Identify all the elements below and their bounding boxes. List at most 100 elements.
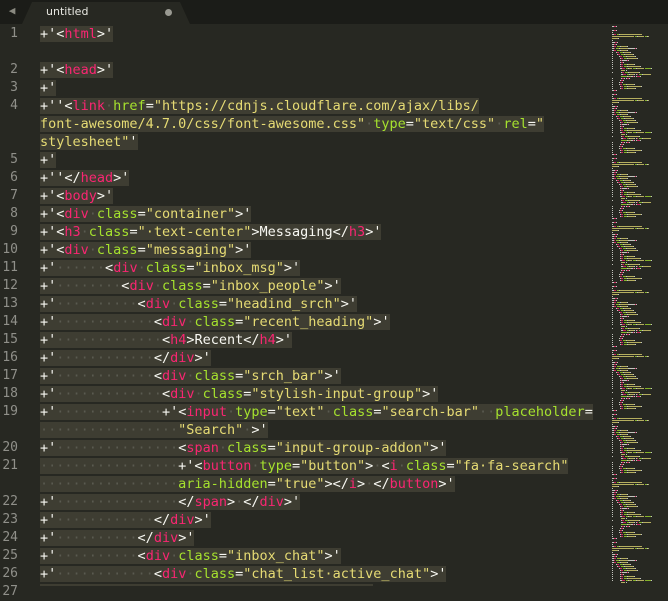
minimap-stroke: [628, 60, 629, 61]
code-line[interactable]: +'············<div·class="chat_list·acti…: [40, 565, 447, 583]
minimap-stroke: [634, 266, 635, 267]
code-token: "text/css": [413, 116, 496, 132]
code-line[interactable]: +''<link·href="https://cdnjs.cloudflare.…: [40, 97, 479, 115]
code-token: class: [194, 314, 236, 330]
minimap-stroke: [614, 290, 616, 291]
minimap-stroke: [623, 318, 624, 319]
minimap-stroke: [614, 98, 616, 99]
minimap-stroke: [620, 546, 642, 547]
code-line[interactable]: stylesheet"': [40, 133, 138, 151]
code-line[interactable]: +'<div·class="messaging">': [40, 241, 252, 259]
minimap-stroke: [612, 256, 613, 257]
minimap-stroke: [612, 360, 613, 361]
code-token: h3: [348, 224, 366, 240]
code-token: i: [389, 458, 398, 474]
code-line[interactable]: +'············<div·class="recent_heading…: [40, 313, 390, 331]
code-line[interactable]: +'·············+'<input·type="text"·clas…: [40, 403, 593, 421]
minimap-stroke: [627, 434, 628, 435]
minimap-stroke: [612, 566, 613, 567]
code-line[interactable]: +''</head>': [40, 169, 130, 187]
minimap-stroke: [612, 184, 613, 185]
minimap-stroke: [627, 114, 628, 115]
code-line[interactable]: +'·············<div·class="stylish-input…: [40, 385, 439, 403]
tab-untitled[interactable]: untitled: [22, 2, 190, 24]
line-number: 20: [2, 440, 18, 455]
minimap-stroke: [634, 192, 635, 193]
minimap-stroke: [620, 48, 628, 49]
code-line[interactable]: font-awesome/4.7.0/css/font-awesome.css"…: [40, 115, 544, 133]
minimap-stroke: [612, 196, 613, 197]
minimap-stroke: [616, 346, 617, 347]
unsaved-dot-icon[interactable]: [165, 9, 172, 16]
minimap-stroke: [622, 68, 625, 69]
minimap-stroke: [612, 402, 613, 403]
code-line[interactable]: +'··········<div·class="inbox_chat">': [40, 547, 341, 565]
minimap-stroke: [614, 430, 616, 431]
code-token: >': [194, 512, 211, 528]
minimap[interactable]: [612, 24, 668, 586]
minimap-stroke: [634, 460, 635, 461]
code-token: class: [226, 440, 268, 456]
code-token: ·: [226, 404, 236, 420]
code-line[interactable]: +'············</div>': [40, 511, 211, 529]
minimap-stroke: [641, 214, 642, 215]
code-line[interactable]: +': [40, 79, 57, 97]
minimap-stroke: [641, 534, 642, 535]
code-line[interactable]: +'·············<h4>Recent</h4>': [40, 331, 293, 349]
code-line[interactable]: +'<div·class="container">': [40, 205, 252, 223]
code-line[interactable]: +'··········</div>': [40, 529, 195, 547]
code-line[interactable]: +'············<div·class="srch_bar">': [40, 367, 341, 385]
code-line[interactable]: +'··········<div·class="headind_srch">': [40, 295, 358, 313]
minimap-stroke: [616, 218, 617, 219]
code-line[interactable]: +'········<div·class="inbox_people">': [40, 277, 341, 295]
minimap-stroke: [629, 270, 630, 271]
code-line[interactable]: +'<head>': [40, 61, 114, 79]
code-token: +': [40, 368, 57, 384]
code-token: +': [40, 512, 57, 528]
minimap-stroke: [616, 236, 617, 237]
code-line[interactable]: ·················+'<button·type="button"…: [40, 457, 569, 475]
minimap-stroke: [612, 232, 613, 233]
minimap-stroke: [625, 502, 633, 503]
minimap-stroke: [623, 330, 626, 331]
code-line[interactable]: +'···············<span·class="input-grou…: [40, 439, 447, 457]
code-line[interactable]: +'······<div·class="inbox_msg">': [40, 259, 301, 277]
minimap-stroke: [621, 536, 623, 537]
minimap-stroke: [612, 406, 613, 407]
code-line[interactable]: +': [40, 151, 57, 169]
minimap-stroke: [612, 88, 613, 89]
minimap-stroke: [612, 502, 613, 503]
code-line[interactable]: ·················"Search"·>': [40, 421, 268, 439]
line-number: 1: [10, 26, 18, 41]
minimap-stroke: [614, 418, 616, 419]
minimap-stroke: [643, 266, 651, 267]
line-number-gutter: 1 2 3 4 5 6 7 8 9 10 11 12 13 14 15 16 17 18 19 20 21 22 23 24 2…: [0, 24, 36, 599]
code-line[interactable]: +'<h3·class="·text-center">Messaging</h3…: [40, 223, 382, 241]
code-token: aria-hidden: [178, 476, 268, 492]
code-line[interactable]: +'<body>': [40, 187, 114, 205]
minimap-stroke: [627, 84, 634, 85]
minimap-stroke: [634, 532, 635, 533]
code-line[interactable]: +'···············</span>·</div>': [40, 493, 301, 511]
line-number: 8: [10, 206, 18, 221]
minimap-stroke: [622, 516, 625, 517]
code-token: div: [170, 512, 195, 528]
minimap-stroke: [628, 342, 641, 343]
minimap-stroke: [637, 314, 638, 315]
minimap-stroke: [627, 110, 628, 111]
minimap-stroke: [634, 448, 635, 449]
code-line[interactable]: +'············</div>': [40, 349, 211, 367]
code-area[interactable]: +'<html>' +'<head>' +' +''<link·href="https…: [40, 24, 612, 586]
minimap-stroke: [628, 380, 629, 381]
minimap-stroke: [624, 462, 625, 463]
minimap-stroke: [634, 256, 635, 257]
code-line[interactable]: +'<html>': [40, 25, 114, 43]
code-token: ············: [56, 566, 154, 582]
minimap-stroke: [636, 560, 637, 561]
code-line[interactable]: ·················aria-hidden="true"></i>…: [40, 475, 455, 493]
editor[interactable]: 1 2 3 4 5 6 7 8 9 10 11 12 13 14 15 16 17 18 19 20 21 22 23 24 2…: [0, 24, 668, 599]
minimap-stroke: [621, 582, 625, 583]
minimap-stroke: [638, 420, 644, 421]
minimap-stroke: [616, 222, 617, 223]
tab-scroll-left-icon[interactable]: ◀: [0, 0, 24, 24]
